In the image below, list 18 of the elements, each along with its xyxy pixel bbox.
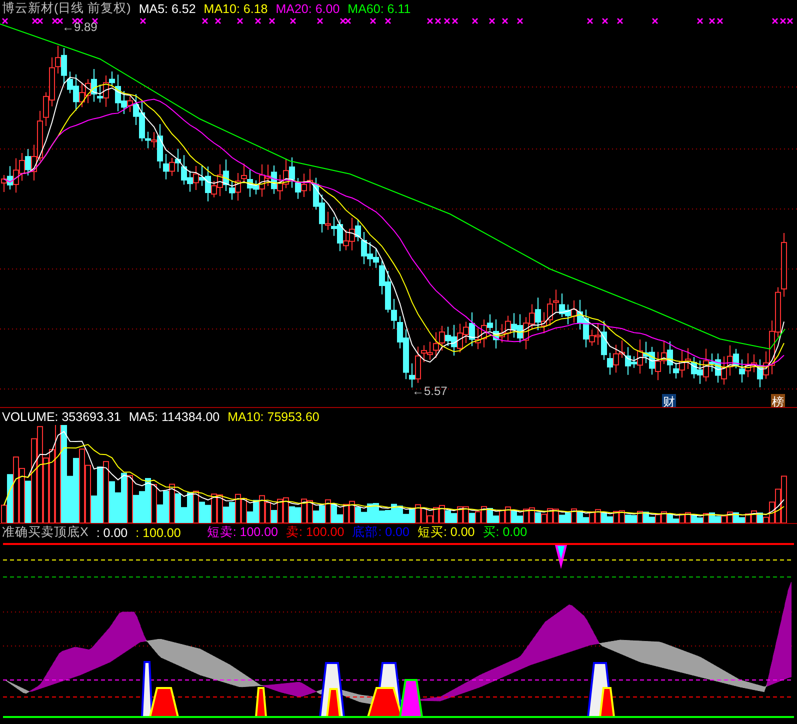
indicator-label: MA5: 114384.00 bbox=[128, 410, 220, 424]
indicator-label: 短卖: 100.00 bbox=[206, 524, 278, 541]
indicator-label: 短买: 0.00 bbox=[417, 524, 475, 541]
indicator-label: MA5: 6.52 bbox=[138, 2, 196, 16]
low-price-label: ←5.57 bbox=[412, 384, 448, 398]
indicator-label: VOLUME: 353693.31 bbox=[2, 410, 121, 424]
indicator-label: MA20: 6.00 bbox=[276, 2, 340, 16]
chart-title: 准确买卖顶底X bbox=[2, 524, 88, 541]
indicator-label: MA60: 6.11 bbox=[348, 2, 411, 16]
indicator-label: : 0.00 bbox=[96, 526, 128, 540]
indicator-label: MA10: 75953.60 bbox=[228, 410, 320, 424]
indicator-label: MA10: 6.18 bbox=[204, 2, 268, 16]
indicator-label: 底部: 0.00 bbox=[352, 524, 410, 541]
indicator-label: : 100.00 bbox=[136, 526, 181, 540]
chart-title: 博云新材(日线 前复权) bbox=[2, 0, 131, 17]
high-price-label: ←9.89 bbox=[62, 20, 98, 34]
indicator-label: 卖: 100.00 bbox=[286, 524, 344, 541]
indicator-label: 买: 0.00 bbox=[482, 524, 528, 541]
